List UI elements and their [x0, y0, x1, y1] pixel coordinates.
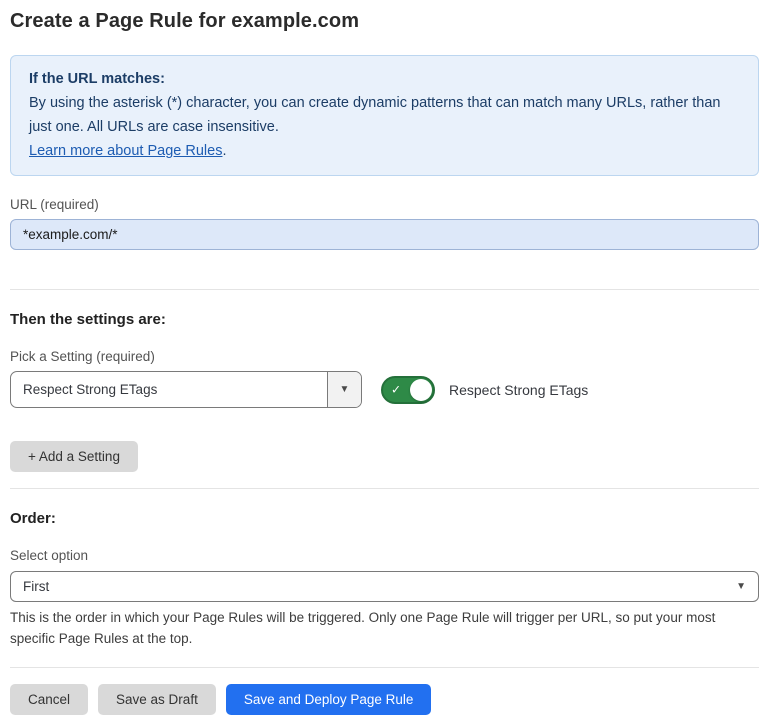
order-help-text: This is the order in which your Page Rul…: [10, 607, 755, 649]
order-select-value: First: [23, 579, 49, 594]
create-page-rule-panel: Create a Page Rule for example.com If th…: [0, 0, 769, 715]
info-box-body: By using the asterisk (*) character, you…: [29, 91, 729, 139]
info-box-link-line: Learn more about Page Rules.: [29, 139, 740, 163]
add-setting-button[interactable]: + Add a Setting: [10, 441, 138, 472]
setting-select-value: Respect Strong ETags: [11, 372, 327, 407]
check-icon: ✓: [391, 382, 401, 396]
etag-toggle-label: Respect Strong ETags: [449, 382, 588, 398]
order-section-heading: Order:: [10, 510, 759, 527]
setting-select-arrow-button[interactable]: ▼: [327, 372, 361, 407]
setting-select[interactable]: Respect Strong ETags ▼: [10, 371, 362, 408]
url-match-info-box: If the URL matches: By using the asteris…: [10, 55, 759, 176]
section-divider: [10, 289, 759, 290]
section-divider: [10, 488, 759, 489]
chevron-down-icon: ▼: [736, 582, 746, 592]
toggle-knob: [410, 379, 432, 401]
etag-toggle-group: ✓ Respect Strong ETags: [381, 376, 588, 404]
chevron-down-icon: ▼: [340, 385, 350, 395]
etag-toggle[interactable]: ✓: [381, 376, 435, 404]
footer-divider: [10, 667, 759, 668]
order-select[interactable]: First ▼: [10, 571, 759, 602]
cancel-button[interactable]: Cancel: [10, 684, 88, 715]
footer-actions: Cancel Save as Draft Save and Deploy Pag…: [10, 684, 759, 715]
save-deploy-button[interactable]: Save and Deploy Page Rule: [226, 684, 432, 715]
page-title: Create a Page Rule for example.com: [10, 10, 759, 33]
link-suffix: .: [222, 143, 226, 159]
learn-more-link[interactable]: Learn more about Page Rules: [29, 143, 222, 159]
url-field-label: URL (required): [10, 197, 759, 212]
pick-setting-label: Pick a Setting (required): [10, 349, 759, 364]
url-input[interactable]: [10, 219, 759, 250]
settings-section-heading: Then the settings are:: [10, 311, 759, 328]
save-draft-button[interactable]: Save as Draft: [98, 684, 216, 715]
setting-row: Respect Strong ETags ▼ ✓ Respect Strong …: [10, 371, 759, 408]
order-select-label: Select option: [10, 548, 759, 563]
info-box-heading: If the URL matches:: [29, 67, 740, 91]
